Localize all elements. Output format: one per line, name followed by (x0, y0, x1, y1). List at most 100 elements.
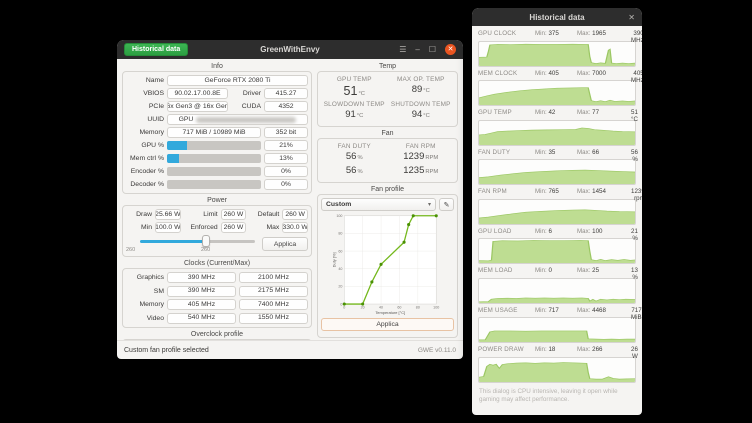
power-limit-label: Limit (184, 211, 218, 218)
left-column: Info Name GeForce RTX 2080 Ti VBIOS 90.0… (122, 63, 312, 338)
svg-text:60: 60 (338, 249, 342, 253)
fan-frame-title: Fan (317, 130, 458, 137)
hist-titlebar: Historical data ✕ (472, 8, 642, 26)
graphics-clock-label: Graphics (126, 274, 164, 281)
fan-duty-value-2: 56% (321, 165, 388, 176)
video-clock-label: Video (126, 315, 164, 322)
slider-value-label: 260 (201, 247, 210, 253)
mem-ctrl-meter (167, 154, 261, 163)
power-limit-value: 260 W (221, 209, 247, 220)
sparkline-fan-rpm (478, 199, 636, 225)
slider-min-label: 260 (126, 247, 135, 253)
sparkline-mem-load (478, 278, 636, 304)
sparkline-gpu-clock (478, 41, 636, 67)
fan-profile-section: Fan profile Custom ▾ ✎ 02040608010002040… (317, 186, 458, 338)
graphics-clock-max: 2100 MHz (239, 272, 308, 283)
power-max-value: 330.0 W (282, 222, 308, 233)
gpu-util-meter (167, 141, 261, 150)
history-row-fan-duty: FAN DUTY Min: 35 Max: 66 56 % (478, 149, 636, 186)
gwe-main-window: Historical data GreenWithEnvy ☰ – ☐ ✕ In… (117, 40, 463, 359)
info-section: Info Name GeForce RTX 2080 Ti VBIOS 90.0… (122, 63, 312, 194)
gpu-temp-label: GPU TEMP (321, 76, 388, 83)
memory-label: Memory (126, 129, 164, 136)
power-apply-button[interactable]: Applica (262, 237, 308, 251)
fan-profile-apply-button[interactable]: Applica (321, 318, 454, 331)
power-min-value: 100.0 W (155, 222, 181, 233)
uuid-label: UUID (126, 116, 164, 123)
mem-ctrl-label: Mem ctrl % (126, 155, 164, 162)
svg-text:80: 80 (338, 232, 342, 236)
svg-text:20: 20 (361, 306, 365, 310)
vbios-label: VBIOS (126, 90, 164, 97)
minimize-icon[interactable]: – (415, 46, 419, 54)
fan-section: Fan FAN DUTY FAN RPM 56% 1239RPM 56% (317, 130, 458, 183)
svg-text:Duty [%]: Duty [%] (332, 252, 337, 267)
cuda-value: 4352 (264, 101, 308, 112)
sparkline-mem-usage (478, 317, 636, 343)
historical-data-window: Historical data ✕ GPU CLOCK Min: 375 Max… (472, 8, 642, 415)
uuid-redacted (196, 117, 296, 123)
history-row-mem-load: MEM LOAD Min: 0 Max: 25 13 % (478, 267, 636, 304)
mem-ctrl-value: 13% (264, 153, 308, 164)
memory-interface-value: 352 bit (264, 127, 308, 138)
status-message: Custom fan profile selected (124, 347, 209, 354)
fan-rpm-value-1: 1239RPM (388, 151, 455, 162)
sparkline-power-draw (478, 357, 636, 383)
svg-text:0: 0 (340, 302, 342, 306)
app-version: GWE v0.11.0 (418, 347, 456, 354)
history-row-gpu-temp: GPU TEMP Min: 42 Max: 77 51 °C (478, 109, 636, 146)
power-enforced-label: Enforced (184, 224, 218, 231)
desktop: Historical data GreenWithEnvy ☰ – ☐ ✕ In… (0, 0, 752, 423)
sparkline-fan-duty (478, 159, 636, 185)
power-default-value: 260 W (282, 209, 308, 220)
hist-content: GPU CLOCK Min: 375 Max: 1965 390 MHz MEM… (472, 26, 642, 415)
info-frame-title: Info (122, 63, 312, 70)
fan-rpm-value-2: 1235RPM (388, 165, 455, 176)
encoder-meter (167, 167, 261, 176)
uuid-value: GPU (167, 114, 308, 125)
sm-clock-label: SM (126, 288, 164, 295)
temp-section: Temp GPU TEMP MAX OP. TEMP 51°C 89°C SLO… (317, 63, 458, 127)
fan-rpm-label: FAN RPM (388, 143, 455, 150)
close-icon[interactable]: ✕ (628, 13, 635, 22)
driver-label: Driver (231, 90, 261, 97)
power-max-label: Max (249, 224, 279, 231)
svg-text:100: 100 (433, 306, 439, 310)
power-slider-track[interactable] (140, 240, 255, 243)
svg-text:100: 100 (336, 214, 342, 218)
max-op-temp-label: MAX OP. TEMP (388, 76, 455, 83)
history-row-power-draw: POWER DRAW Min: 18 Max: 266 26 W (478, 346, 636, 383)
svg-text:Temperature [°C]: Temperature [°C] (375, 310, 405, 315)
close-icon[interactable]: ✕ (445, 44, 456, 55)
overclock-section: Overclock profile Overclock (80, 400) ▾ … (122, 331, 312, 341)
vbios-value: 90.02.17.00.8E (167, 88, 228, 99)
statusbar: Custom fan profile selected GWE v0.11.0 (117, 340, 463, 359)
main-titlebar: Historical data GreenWithEnvy ☰ – ☐ ✕ (117, 40, 463, 59)
cpu-intensive-note: This dialog is CPU intensive, leaving it… (478, 386, 636, 409)
edit-fan-profile-button[interactable]: ✎ (439, 198, 454, 211)
history-row-gpu-clock: GPU CLOCK Min: 375 Max: 1965 390 MHz (478, 30, 636, 67)
gpu-temp-value: 51°C (321, 84, 388, 98)
video-clock-max: 1550 MHz (239, 313, 308, 324)
historical-data-button[interactable]: Historical data (124, 43, 188, 56)
main-content: Info Name GeForce RTX 2080 Ti VBIOS 90.0… (117, 59, 463, 340)
max-op-temp-value: 89°C (388, 84, 455, 98)
history-row-mem-clock: MEM CLOCK Min: 405 Max: 7000 405 MHz (478, 70, 636, 107)
sm-clock-max: 2175 MHz (239, 286, 308, 297)
pcie-label: PCIe (126, 103, 164, 110)
history-row-gpu-load: GPU LOAD Min: 6 Max: 100 21 % (478, 228, 636, 265)
power-slider-handle[interactable] (202, 235, 210, 247)
decoder-value: 0% (264, 179, 308, 190)
power-limit-slider[interactable]: 260 260 (126, 235, 257, 253)
memory-value: 717 MiB / 10989 MiB (167, 127, 261, 138)
fan-profile-select[interactable]: Custom ▾ (321, 198, 436, 211)
clocks-frame-title: Clocks (Current/Max) (122, 260, 312, 267)
maximize-icon[interactable]: ☐ (429, 46, 436, 54)
svg-text:20: 20 (338, 285, 342, 289)
sparkline-gpu-load (478, 238, 636, 264)
slowdown-temp-value: 91°C (321, 109, 388, 120)
svg-text:40: 40 (338, 267, 342, 271)
svg-text:40: 40 (379, 306, 383, 310)
driver-value: 415.27 (264, 88, 308, 99)
menu-icon[interactable]: ☰ (399, 46, 406, 54)
